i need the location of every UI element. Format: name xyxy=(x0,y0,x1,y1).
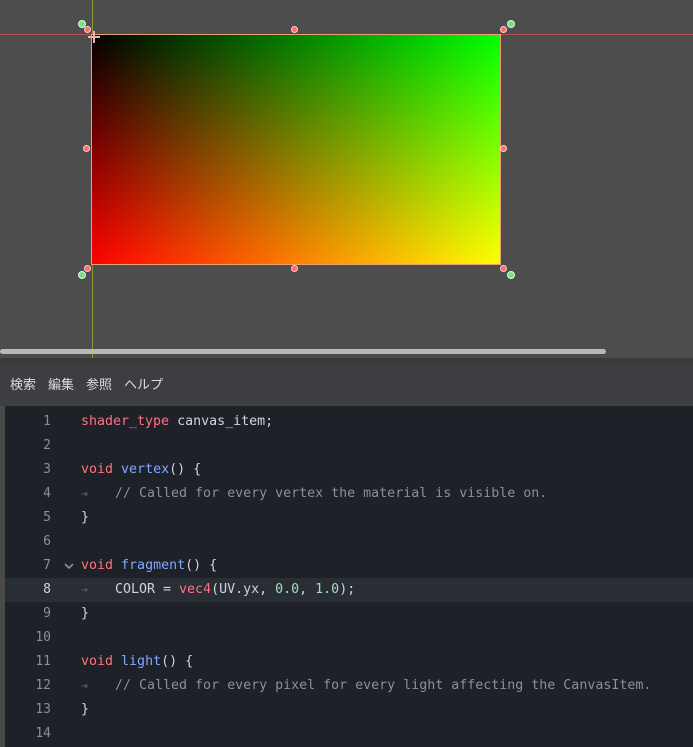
rotate-handle-bottom-left[interactable] xyxy=(78,271,86,279)
pivot-icon[interactable] xyxy=(88,31,100,43)
code-line[interactable]: 9} xyxy=(5,602,693,626)
resize-handle-bottom[interactable] xyxy=(291,265,298,272)
code-keyword: shader_type xyxy=(81,414,170,429)
resize-handle-top-right[interactable] xyxy=(500,26,507,33)
code-token: () { xyxy=(185,558,218,573)
canvas-viewport[interactable] xyxy=(0,0,693,358)
line-number: 13 xyxy=(35,702,51,717)
code-line[interactable]: 13} xyxy=(5,698,693,722)
code-token: () { xyxy=(161,654,194,669)
horizontal-scrollbar[interactable] xyxy=(0,349,606,354)
line-number: 10 xyxy=(35,630,51,645)
code-keyword: vec4 xyxy=(179,582,212,597)
code-function-name: fragment xyxy=(121,558,186,573)
menu-help[interactable]: ヘルプ xyxy=(118,366,169,406)
rotate-handle-top-right[interactable] xyxy=(507,20,515,28)
menu-goto[interactable]: 参照 xyxy=(80,366,118,406)
line-number: 2 xyxy=(43,438,51,453)
line-number: 4 xyxy=(43,486,51,501)
code-token: ); xyxy=(339,582,356,597)
code-line[interactable]: 4 ⇥ // Called for every vertex the materia… xyxy=(5,482,693,506)
code-text: } xyxy=(81,506,89,530)
line-number: 7 xyxy=(43,558,51,573)
code-text: } xyxy=(81,698,89,722)
code-text: void fragment() { xyxy=(81,554,217,578)
code-line[interactable]: 7 void fragment() { xyxy=(5,554,693,578)
code-token: } xyxy=(81,510,90,525)
line-number: 11 xyxy=(35,654,51,669)
resize-handle-left[interactable] xyxy=(83,145,90,152)
code-editor[interactable]: 1 shader_type canvas_item; 2 3 void vertex()… xyxy=(5,406,693,747)
resize-handle-bottom-right[interactable] xyxy=(500,265,507,272)
panel-splitter[interactable] xyxy=(0,358,693,366)
code-line[interactable]: 8 ⇥ COLOR = vec4(UV.yx, 0.0, 1.0); xyxy=(5,578,693,602)
code-number: 0.0 xyxy=(275,582,300,597)
resize-handle-top[interactable] xyxy=(291,26,298,33)
code-token: COLOR = xyxy=(115,582,180,597)
tab-indent-icon: ⇥ xyxy=(81,487,88,500)
gradient-red-layer xyxy=(92,35,500,264)
line-number: 14 xyxy=(35,726,51,741)
line-number: 5 xyxy=(43,510,51,525)
code-text: void light() { xyxy=(81,650,193,674)
tab-indent-icon: ⇥ xyxy=(81,679,88,692)
code-line[interactable]: 14 xyxy=(5,722,693,746)
code-token: () { xyxy=(169,462,202,477)
code-line[interactable]: 2 xyxy=(5,434,693,458)
code-line[interactable]: 6 xyxy=(5,530,693,554)
code-line[interactable]: 10 xyxy=(5,626,693,650)
resize-handle-top-left[interactable] xyxy=(84,26,91,33)
code-line[interactable]: 11 void light() { xyxy=(5,650,693,674)
line-number: 9 xyxy=(43,606,51,621)
rotate-handle-top-left[interactable] xyxy=(78,20,86,28)
code-token: } xyxy=(81,606,90,621)
line-number: 12 xyxy=(35,678,51,693)
code-text: // Called for every vertex the material … xyxy=(115,482,547,506)
code-keyword: void xyxy=(81,462,114,477)
code-text: shader_type canvas_item; xyxy=(81,410,273,434)
menu-search[interactable]: 検索 xyxy=(4,366,42,406)
code-line[interactable]: 12 ⇥ // Called for every pixel for every l… xyxy=(5,674,693,698)
code-line[interactable]: 1 shader_type canvas_item; xyxy=(5,410,693,434)
code-line[interactable]: 5} xyxy=(5,506,693,530)
line-number: 8 xyxy=(43,582,51,597)
code-comment: // Called for every pixel for every ligh… xyxy=(115,678,652,693)
line-number: 1 xyxy=(43,414,51,429)
line-number: 6 xyxy=(43,534,51,549)
code-function-name: vertex xyxy=(121,462,170,477)
fold-chevron-down-icon[interactable] xyxy=(63,560,75,572)
resize-handle-bottom-left[interactable] xyxy=(84,265,91,272)
menu-edit[interactable]: 編集 xyxy=(42,366,80,406)
code-comment: // Called for every vertex the material … xyxy=(115,486,548,501)
code-text: } xyxy=(81,602,89,626)
tab-indent-icon: ⇥ xyxy=(81,583,88,596)
shader-editor-menubar: 検索 編集 参照 ヘルプ xyxy=(0,366,693,406)
code-token: (UV.yx, xyxy=(211,582,276,597)
color-rect-node[interactable] xyxy=(91,34,501,265)
code-text: // Called for every pixel for every ligh… xyxy=(115,674,651,698)
code-token: , xyxy=(299,582,316,597)
code-token: } xyxy=(81,702,90,717)
code-number: 1.0 xyxy=(315,582,340,597)
code-line[interactable]: 3 void vertex() { xyxy=(5,458,693,482)
code-function-name: light xyxy=(121,654,162,669)
code-text: COLOR = vec4(UV.yx, 0.0, 1.0); xyxy=(115,578,355,602)
code-token: canvas_item; xyxy=(169,414,274,429)
code-text: void vertex() { xyxy=(81,458,201,482)
line-number: 3 xyxy=(43,462,51,477)
code-keyword: void xyxy=(81,558,114,573)
resize-handle-right[interactable] xyxy=(500,145,507,152)
rotate-handle-bottom-right[interactable] xyxy=(507,271,515,279)
code-keyword: void xyxy=(81,654,114,669)
